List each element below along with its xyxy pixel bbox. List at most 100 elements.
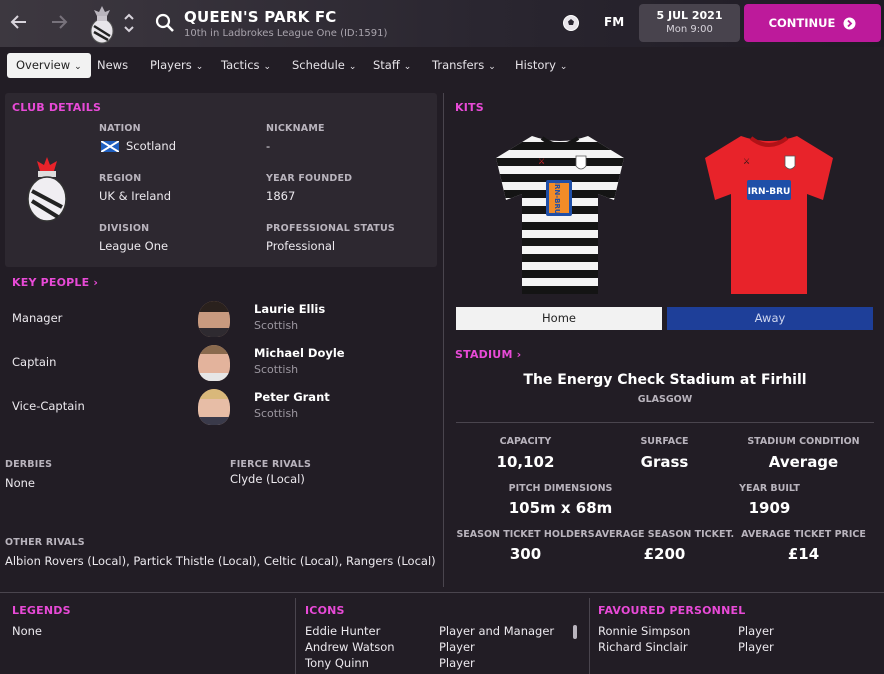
vice-captain-name[interactable]: Peter Grant bbox=[254, 390, 330, 404]
capacity-value: 10,102 bbox=[496, 453, 555, 471]
average-ticket-price-value: £14 bbox=[787, 545, 820, 563]
tab-label: Staff bbox=[373, 58, 400, 72]
vice-captain-nationality: Scottish bbox=[254, 407, 299, 420]
home-kit-tab-label: Home bbox=[542, 311, 576, 325]
club-details-title: CLUB DETAILS bbox=[12, 101, 102, 114]
derbies-label: DERBIES bbox=[5, 459, 53, 470]
tab-transfers[interactable]: Transfers ⌄ bbox=[432, 53, 496, 78]
icons-scrollbar[interactable] bbox=[573, 625, 577, 639]
year-founded-value: 1867 bbox=[266, 189, 296, 203]
favoured-role: Player bbox=[738, 624, 774, 638]
capacity-label: CAPACITY bbox=[499, 436, 552, 447]
other-rivals-value[interactable]: Albion Rovers (Local), Partick Thistle (… bbox=[5, 554, 436, 568]
icons-title: ICONS bbox=[305, 604, 345, 617]
stadium-divider bbox=[456, 422, 874, 423]
role-vice-captain: Vice-Captain bbox=[12, 399, 85, 413]
stadium-city: GLASGOW bbox=[637, 394, 693, 405]
chevron-down-icon: ⌄ bbox=[74, 62, 82, 72]
season-ticket-holders-value: 300 bbox=[509, 545, 542, 563]
fm-logo[interactable]: FM bbox=[604, 15, 624, 29]
tab-players[interactable]: Players ⌄ bbox=[150, 53, 203, 78]
season-ticket-holders-label: SEASON TICKET HOLDERS bbox=[456, 529, 595, 540]
manager-nationality: Scottish bbox=[254, 319, 299, 332]
chevron-down-icon: ⌄ bbox=[559, 62, 568, 72]
tab-label: News bbox=[97, 58, 129, 72]
tab-history[interactable]: History ⌄ bbox=[515, 53, 567, 78]
region-value: UK & Ireland bbox=[99, 189, 172, 203]
tab-label: History bbox=[515, 58, 556, 72]
average-season-ticket-label: AVERAGE SEASON TICKET... bbox=[595, 529, 734, 540]
legends-title: LEGENDS bbox=[12, 604, 71, 617]
continue-button[interactable]: CONTINUE bbox=[744, 4, 881, 42]
back-arrow-icon[interactable] bbox=[8, 10, 30, 34]
tab-bar: Overview ⌄ News Players ⌄ Tactics ⌄ Schedul… bbox=[0, 47, 884, 85]
tab-label: Schedule bbox=[292, 58, 345, 72]
column-divider bbox=[443, 93, 444, 587]
up-down-chevron-icon[interactable] bbox=[122, 11, 136, 35]
year-built-label: YEAR BUILT bbox=[739, 483, 800, 494]
tab-label: Transfers bbox=[432, 58, 485, 72]
captain-nationality: Scottish bbox=[254, 363, 299, 376]
tab-schedule[interactable]: Schedule ⌄ bbox=[292, 53, 356, 78]
division-label: DIVISION bbox=[99, 223, 150, 234]
favoured-name[interactable]: Ronnie Simpson bbox=[598, 624, 690, 638]
chevron-down-icon: ⌄ bbox=[348, 62, 357, 72]
average-ticket-price-label: AVERAGE TICKET PRICE bbox=[741, 529, 866, 540]
away-kit-tab[interactable]: Away bbox=[667, 307, 873, 330]
pitch-dimensions-value: 105m x 68m bbox=[508, 499, 613, 517]
search-icon[interactable] bbox=[155, 13, 175, 33]
manager-avatar[interactable] bbox=[198, 301, 230, 337]
vice-captain-avatar[interactable] bbox=[198, 389, 230, 425]
chevron-right-icon: › bbox=[516, 348, 522, 361]
club-crest-icon bbox=[27, 157, 67, 222]
chevron-down-icon: ⌄ bbox=[263, 62, 272, 72]
chevron-right-icon: › bbox=[93, 276, 99, 289]
tab-news[interactable]: News bbox=[97, 53, 128, 78]
icon-name[interactable]: Eddie Hunter bbox=[305, 624, 380, 638]
stadium-condition-value: Average bbox=[768, 453, 839, 471]
tab-label: Overview bbox=[16, 58, 71, 72]
key-people-title[interactable]: KEY PEOPLE › bbox=[12, 276, 98, 289]
average-season-ticket-value: £200 bbox=[643, 545, 686, 563]
nation-label: NATION bbox=[99, 123, 141, 134]
home-kit-shirt[interactable]: IRN-BRU ⚔ bbox=[494, 132, 626, 298]
professional-status-value: Professional bbox=[266, 239, 336, 253]
club-badge-icon[interactable] bbox=[88, 4, 116, 44]
tab-overview[interactable]: Overview ⌄ bbox=[7, 53, 91, 78]
bottom-divider-2 bbox=[589, 598, 590, 674]
fierce-rivals-value[interactable]: Clyde (Local) bbox=[230, 472, 305, 486]
icon-name[interactable]: Tony Quinn bbox=[305, 656, 369, 670]
legends-value: None bbox=[12, 624, 43, 638]
division-value[interactable]: League One bbox=[99, 239, 168, 253]
chevron-down-icon: ⌄ bbox=[195, 62, 204, 72]
forward-arrow-icon[interactable] bbox=[48, 10, 70, 34]
tab-staff[interactable]: Staff ⌄ bbox=[373, 53, 411, 78]
stadium-name[interactable]: The Energy Check Stadium at Firhill bbox=[456, 372, 874, 388]
favoured-name[interactable]: Richard Sinclair bbox=[598, 640, 688, 654]
home-kit-tab[interactable]: Home bbox=[456, 307, 662, 330]
away-kit-shirt[interactable]: IRN-BRU ⚔ bbox=[703, 132, 835, 298]
derbies-value: None bbox=[5, 476, 36, 490]
svg-text:⚔: ⚔ bbox=[743, 157, 750, 166]
icon-role: Player bbox=[439, 640, 475, 654]
game-date[interactable]: 5 JUL 2021 Mon 9:00 bbox=[639, 4, 740, 42]
bottom-divider bbox=[0, 592, 884, 593]
captain-avatar[interactable] bbox=[198, 345, 230, 381]
svg-text:⚔: ⚔ bbox=[538, 157, 545, 166]
stadium-title[interactable]: STADIUM › bbox=[455, 348, 521, 361]
stadium-condition-label: STADIUM CONDITION bbox=[747, 436, 860, 447]
kits-title: KITS bbox=[455, 101, 484, 114]
manager-name[interactable]: Laurie Ellis bbox=[254, 302, 325, 316]
icon-role: Player and Manager bbox=[439, 624, 555, 638]
captain-name[interactable]: Michael Doyle bbox=[254, 346, 345, 360]
icon-role: Player bbox=[439, 656, 475, 670]
football-icon[interactable] bbox=[562, 14, 580, 32]
club-league-position: 10th in Ladbrokes League One (ID:1591) bbox=[184, 28, 388, 39]
role-captain: Captain bbox=[12, 355, 57, 369]
nickname-label: NICKNAME bbox=[266, 123, 325, 134]
away-kit-tab-label: Away bbox=[754, 311, 786, 325]
tab-tactics[interactable]: Tactics ⌄ bbox=[221, 53, 271, 78]
chevron-down-icon: ⌄ bbox=[488, 62, 496, 72]
icon-name[interactable]: Andrew Watson bbox=[305, 640, 395, 654]
nation-value[interactable]: Scotland bbox=[126, 139, 176, 153]
